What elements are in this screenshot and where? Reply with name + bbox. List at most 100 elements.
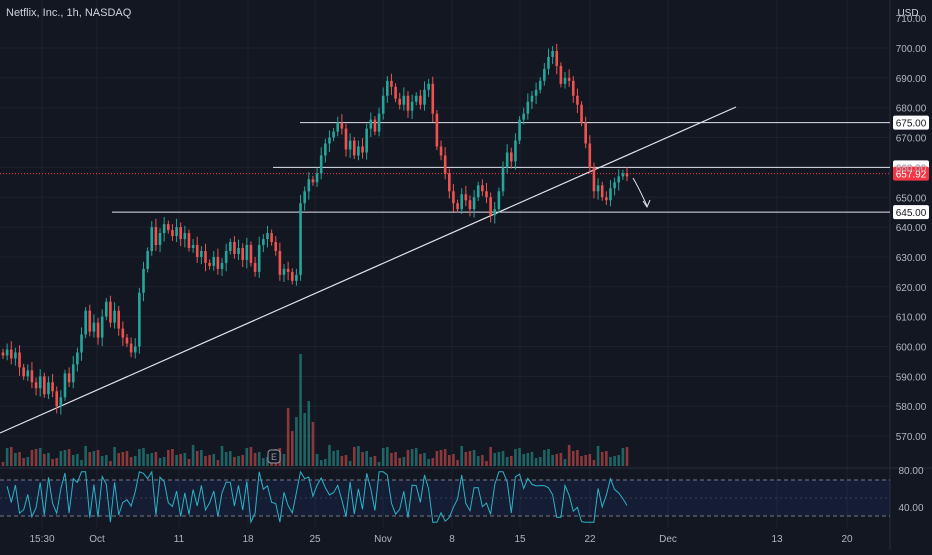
candle-body	[555, 50, 559, 66]
volume-bar	[439, 450, 443, 466]
candle-body	[166, 224, 170, 231]
candle-body	[5, 349, 9, 356]
candle-body	[100, 316, 104, 338]
candle-body	[394, 86, 397, 99]
candle-body	[76, 352, 79, 365]
candle-body	[621, 173, 625, 177]
candle-body	[472, 197, 476, 210]
candle-body	[427, 83, 430, 90]
volume-bar	[505, 457, 509, 466]
candle-body	[307, 179, 311, 192]
volume-bar	[133, 456, 137, 466]
candle-body	[443, 155, 447, 174]
candle-body	[84, 310, 87, 335]
candle-body	[501, 167, 505, 192]
candle-body	[105, 301, 108, 317]
candle-body	[14, 352, 17, 359]
candle-body	[319, 155, 323, 174]
candle-body	[464, 194, 468, 201]
volume-bar	[92, 451, 96, 466]
candle-body	[435, 113, 439, 147]
volume-bar	[559, 453, 563, 466]
candle-body	[146, 250, 149, 269]
candle-body	[290, 271, 294, 281]
volume-bar	[522, 454, 525, 466]
volume-bar	[109, 461, 112, 466]
price-tick-label: 650.00	[896, 193, 927, 204]
chart-area[interactable]: 675.00660.00645.00657.92 E 80.0040.00 57…	[0, 0, 932, 550]
candle-body	[150, 227, 154, 251]
candle-body	[270, 233, 273, 243]
volume-bar	[584, 455, 587, 466]
candle-body	[200, 250, 203, 257]
volume-bar	[315, 454, 319, 466]
candle-body	[369, 119, 373, 129]
price-tick-label: 620.00	[896, 283, 927, 294]
candle-body	[142, 268, 145, 293]
volume-bar	[100, 456, 104, 466]
candle-body	[187, 233, 191, 248]
volume-bar	[344, 455, 348, 466]
volume-bar	[386, 447, 389, 466]
candle-body	[282, 268, 286, 275]
level-tag-label: 675.00	[896, 119, 927, 130]
volume-bar	[406, 450, 410, 466]
volume-bar	[30, 450, 34, 466]
time-axis[interactable]: 15:30 Oct 11 18 25 Nov 8 15 22 Dec 13 20	[29, 534, 853, 545]
volume-bar	[146, 454, 149, 466]
volume-bar	[398, 458, 402, 466]
candle-body	[571, 80, 575, 96]
symbol-title: Netflix, Inc., 1h, NASDAQ	[6, 7, 132, 19]
candle-body	[439, 146, 443, 156]
candle-body	[336, 122, 340, 132]
price-tick-label: 640.00	[896, 223, 927, 234]
candle-body	[468, 200, 472, 210]
candle-body	[262, 239, 265, 246]
candle-body	[125, 337, 129, 344]
price-tick-label: 610.00	[896, 313, 927, 324]
candle-body	[113, 310, 116, 323]
candle-body	[448, 173, 451, 192]
candle-body	[59, 397, 63, 407]
volume-bar	[249, 447, 253, 466]
candle-body	[398, 98, 402, 105]
volume-bar	[179, 454, 182, 466]
candle-body	[303, 191, 306, 204]
volume-bar	[9, 447, 13, 466]
time-tick-label: 25	[309, 534, 321, 545]
volume-bar	[212, 454, 216, 466]
candle-body	[92, 322, 96, 332]
volume-bar	[625, 447, 629, 466]
price-tick-label: 570.00	[896, 432, 927, 443]
volume-bar	[493, 453, 497, 466]
volume-bar	[200, 450, 203, 466]
price-tick-label: 660.00	[896, 163, 927, 174]
volume-bar	[596, 446, 600, 466]
trendline-group[interactable]	[0, 106, 737, 434]
volume-bar	[253, 453, 257, 466]
candle-body	[530, 95, 534, 102]
candle-body	[71, 364, 75, 383]
volume-bar	[538, 457, 542, 466]
candle-body	[224, 250, 228, 263]
volume-bar	[245, 448, 249, 466]
volume-bar	[361, 452, 364, 466]
volume-bar	[543, 450, 546, 466]
volume-bar	[295, 417, 298, 466]
volume-bar	[431, 458, 435, 466]
chart-svg[interactable]: 675.00660.00645.00657.92 E 80.0040.00 57…	[0, 0, 932, 550]
volume-bar	[547, 449, 550, 466]
volume-bar	[59, 451, 63, 466]
volume-bar	[204, 456, 207, 466]
volume-bar	[348, 461, 352, 466]
candle-body	[357, 146, 360, 156]
volume-bar	[324, 459, 327, 466]
candle-body	[547, 56, 550, 69]
volume-bar	[38, 448, 42, 466]
price-axis[interactable]: 570.00 580.00 590.00 600.00 610.00 620.00 630.…	[896, 14, 927, 443]
volume-bar	[76, 454, 79, 466]
volume-bar	[43, 454, 46, 466]
candle-body	[522, 113, 525, 120]
candle-body	[377, 113, 381, 132]
candle-body	[55, 391, 59, 407]
